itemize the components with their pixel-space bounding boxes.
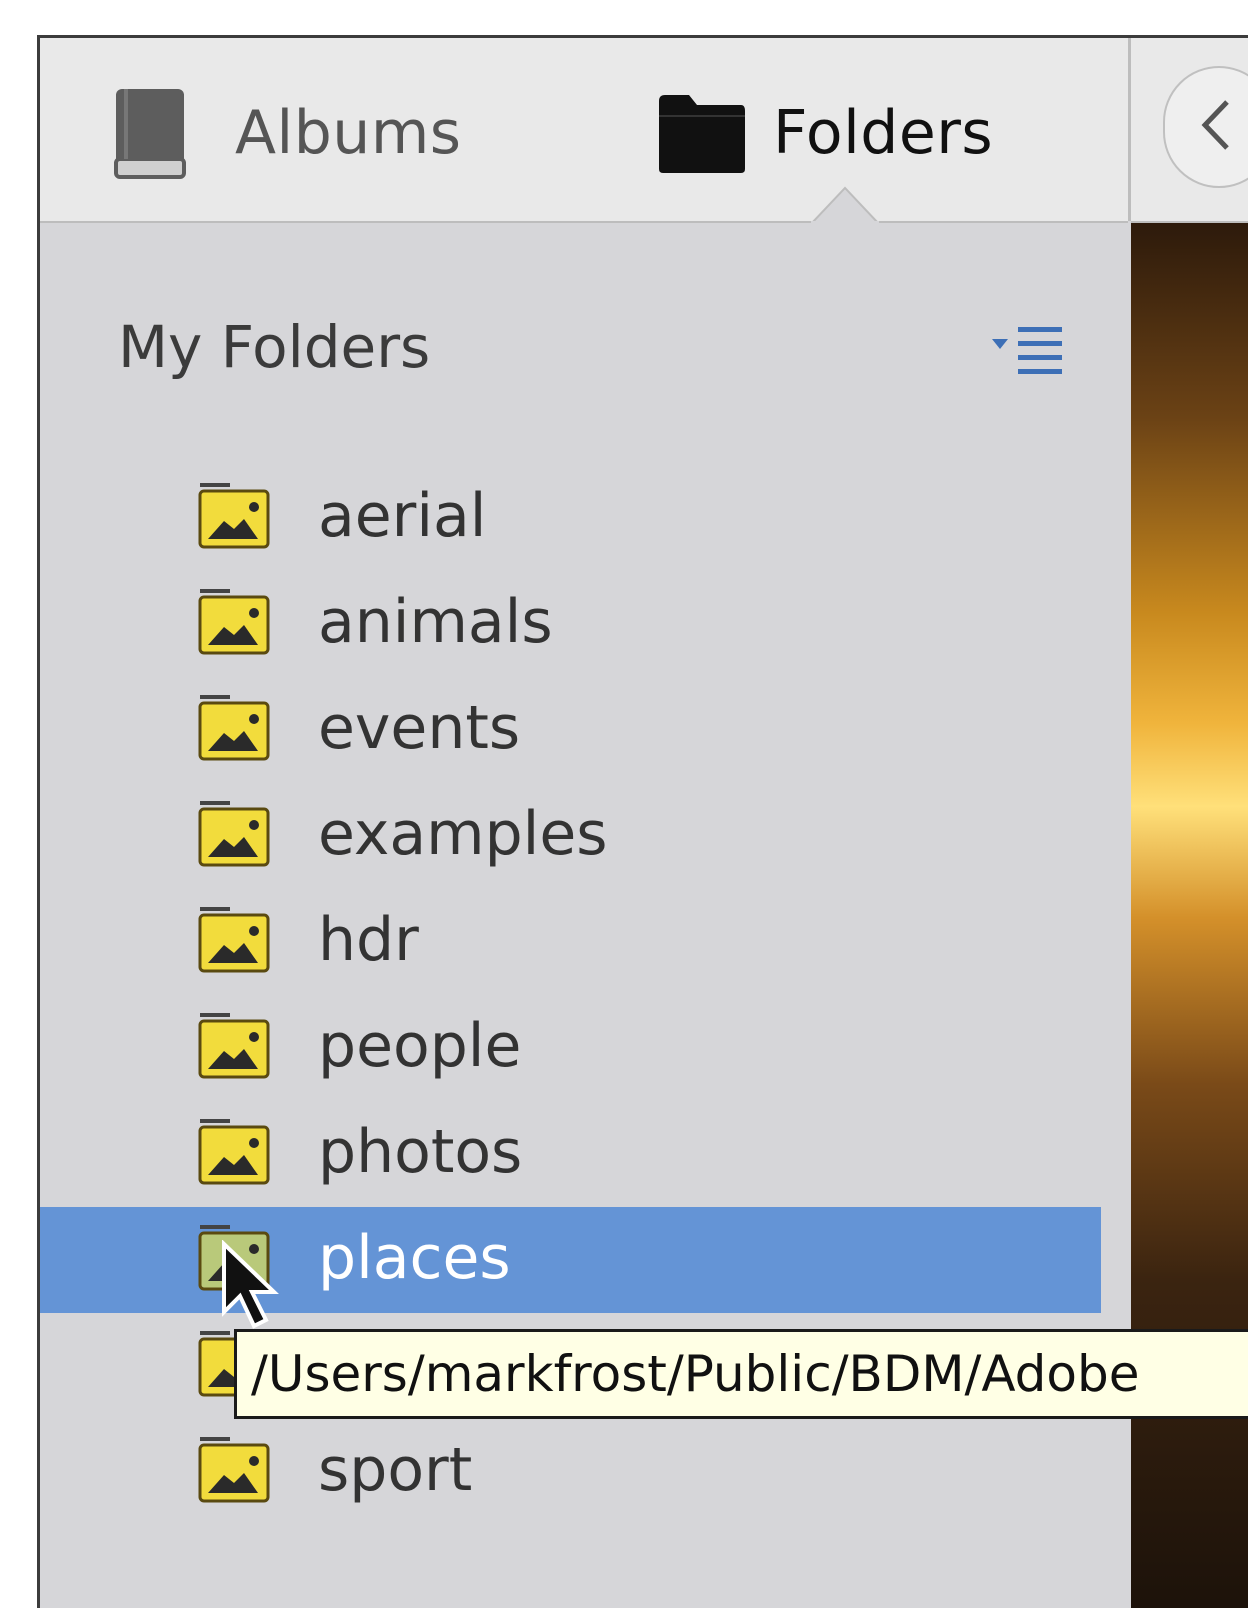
- folder-row-6[interactable]: photos: [40, 1101, 1101, 1207]
- image-folder-icon: [198, 695, 270, 761]
- tab-folders[interactable]: Folders: [655, 78, 993, 188]
- folder-label: places: [318, 1223, 511, 1293]
- image-folder-icon: [198, 1013, 270, 1079]
- folder-icon: [659, 95, 745, 173]
- folder-label: sport: [318, 1435, 473, 1505]
- section-title: My Folders: [118, 313, 431, 381]
- tab-albums-label: Albums: [235, 98, 462, 168]
- folder-label: aerial: [318, 481, 487, 551]
- folder-row-4[interactable]: hdr: [40, 889, 1101, 995]
- image-folder-icon: [198, 1437, 270, 1503]
- image-folder-icon: [198, 907, 270, 973]
- folder-row-0[interactable]: aerial: [40, 465, 1101, 571]
- tab-albums[interactable]: Albums: [110, 78, 462, 188]
- mouse-pointer-icon: [222, 1240, 279, 1329]
- folder-row-1[interactable]: animals: [40, 571, 1101, 677]
- folder-label: animals: [318, 587, 553, 657]
- folder-label: people: [318, 1011, 522, 1081]
- folder-row-2[interactable]: events: [40, 677, 1101, 783]
- folder-label: photos: [318, 1117, 523, 1187]
- dropdown-list-icon[interactable]: [990, 323, 1065, 383]
- folder-label: examples: [318, 799, 608, 869]
- image-folder-icon: [198, 483, 270, 549]
- folder-row-5[interactable]: people: [40, 995, 1101, 1101]
- folder-label: hdr: [318, 905, 419, 975]
- folder-row-7[interactable]: places: [40, 1207, 1101, 1313]
- image-folder-icon: [198, 801, 270, 867]
- folder-label: events: [318, 693, 521, 763]
- image-folder-icon: [198, 1119, 270, 1185]
- tab-folders-label: Folders: [773, 98, 994, 168]
- folder-row-3[interactable]: examples: [40, 783, 1101, 889]
- chevron-left-icon: [1201, 100, 1229, 150]
- active-tab-indicator: [811, 186, 879, 224]
- image-folder-icon: [198, 589, 270, 655]
- media-toolbar: [1131, 38, 1248, 223]
- album-book-icon: [114, 89, 186, 179]
- folder-path-tooltip: /Users/markfrost/Public/BDM/Adobe: [234, 1329, 1248, 1419]
- back-button[interactable]: [1163, 66, 1248, 188]
- panel-tab-bar: Albums Folders: [40, 38, 1128, 224]
- folder-row-9[interactable]: sport: [40, 1419, 1101, 1525]
